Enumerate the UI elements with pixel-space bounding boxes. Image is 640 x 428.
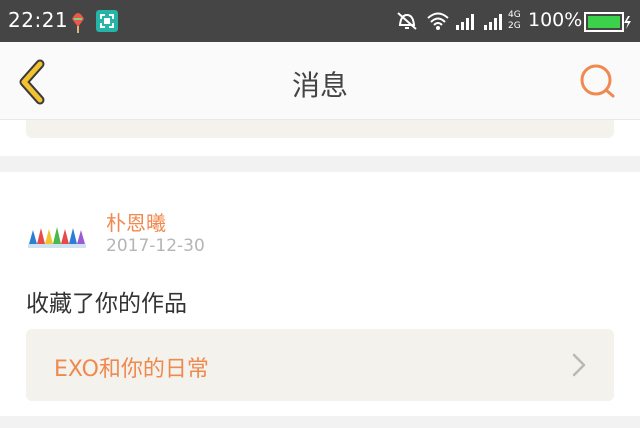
nav-bar: 消息 — [0, 42, 640, 120]
previous-work-link[interactable] — [26, 120, 614, 138]
page-title: 消息 — [291, 69, 348, 102]
status-bar: 22:21 4G 2G 100% — [0, 0, 640, 42]
signal-icon — [456, 14, 474, 30]
screenshot-icon — [96, 10, 118, 32]
chevron-right-icon — [572, 353, 586, 377]
popsicle-icon — [72, 13, 84, 33]
wifi-icon — [427, 12, 449, 30]
status-time: 22:21 — [8, 8, 69, 32]
avatar[interactable] — [26, 216, 88, 252]
message-date: 2017-12-30 — [106, 236, 205, 256]
message-text: 收藏了你的作品 — [26, 291, 187, 317]
username[interactable]: 朴恩曦 — [106, 207, 166, 236]
signal-dual-icon — [484, 14, 502, 30]
previous-message-card — [0, 120, 640, 156]
battery-icon — [584, 12, 631, 32]
search-icon[interactable] — [578, 62, 618, 102]
work-link[interactable]: EXO和你的日常 — [26, 329, 614, 401]
network-2g-label: 2G — [508, 21, 521, 31]
mute-icon — [397, 12, 417, 30]
work-title: EXO和你的日常 — [54, 357, 209, 382]
message-card: 朴恩曦 2017-12-30 收藏了你的作品 EXO和你的日常 — [0, 172, 640, 416]
network-4g-label: 4G — [508, 10, 521, 20]
battery-percent: 100% — [528, 9, 583, 31]
